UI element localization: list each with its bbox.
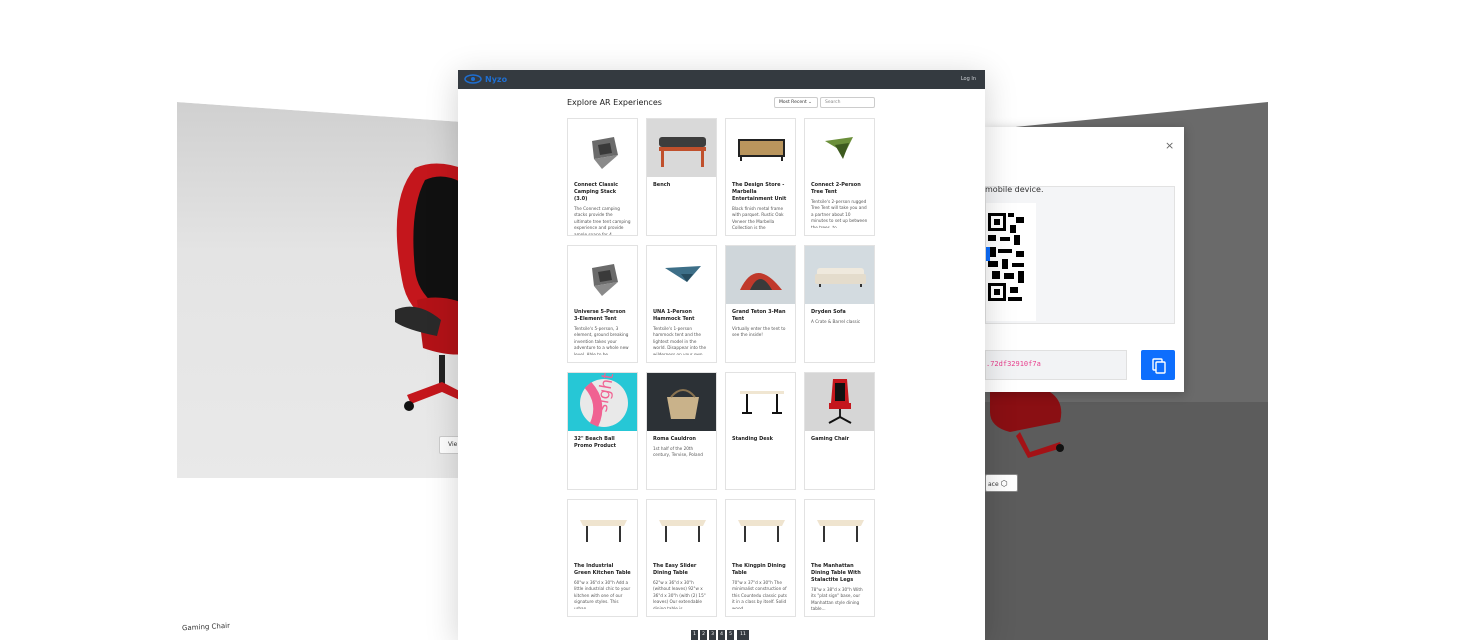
card-description: 1st half of the 20th century, Tervise, P… — [653, 446, 703, 458]
experience-card[interactable]: UNA 1-Person Hammock Tent Tentsile's 1-pe… — [646, 245, 717, 363]
qr-instruction: mobile device. — [985, 185, 1044, 194]
card-title: Roma Cauldron — [653, 436, 696, 442]
beach-ball-icon: sights — [568, 373, 637, 431]
experience-card[interactable]: Dryden Sofa A Crate & Barrel classic — [804, 245, 875, 363]
logo-text: Nyzo — [485, 74, 508, 84]
card-description: 60"w x 36"d x 30"h Add a little industri… — [574, 580, 631, 609]
navbar: Nyzo Log In — [458, 70, 985, 89]
left-product-viewer-window: Vie Gaming Chair — [177, 102, 477, 640]
experience-card[interactable]: The Manhattan Dining Table With Stalacti… — [804, 499, 875, 617]
experience-card[interactable]: The Design Store - Marbella Entertainmen… — [725, 118, 796, 236]
card-title: Universe 5-Person 3-Element Tent — [574, 309, 626, 322]
card-title: Connect 2-Person Tree Tent — [811, 182, 861, 195]
qr-code-icon — [986, 203, 1036, 321]
card-title: Bench — [653, 182, 671, 188]
card-title: The Easy Slider Dining Table — [653, 563, 697, 576]
close-icon[interactable]: × — [1165, 139, 1174, 152]
share-url-field[interactable]: .72df32910f7a — [985, 350, 1127, 380]
page-button[interactable]: 1 — [691, 630, 698, 640]
gaming-chair-icon — [805, 373, 874, 431]
basket-icon — [647, 373, 716, 431]
card-description — [805, 443, 874, 446]
experience-card[interactable]: Standing Desk — [725, 372, 796, 490]
copy-button[interactable] — [1141, 350, 1175, 380]
experience-card[interactable]: sights 32" Beach Ball Promo Product — [567, 372, 638, 490]
3d-viewer[interactable]: Vie — [177, 102, 477, 478]
card-title: The Industrial Green Kitchen Table — [574, 563, 631, 576]
copy-icon — [1152, 358, 1166, 374]
experience-card[interactable]: Grand Teton 3-Man Tent Virtually enter th… — [725, 245, 796, 363]
gaming-chair-model — [990, 392, 1064, 458]
card-title: Dryden Sofa — [811, 309, 846, 315]
tree-tent-icon — [805, 119, 874, 177]
hammock-icon — [647, 246, 716, 304]
card-title: The Design Store - Marbella Entertainmen… — [732, 182, 787, 202]
card-title: Connect Classic Camping Stack (3.0) — [574, 182, 619, 202]
cabinet-icon — [726, 119, 795, 177]
card-description: 62"w x 36"d x 30"h (without leaves) 92"w… — [653, 580, 706, 609]
experience-card[interactable]: The Kingpin Dining Table 70"w x 37"d x 30… — [725, 499, 796, 617]
tent-icon — [568, 119, 637, 177]
qr-modal: × mobile device. .72df32910f7a — [985, 127, 1184, 392]
card-title: Gaming Chair — [811, 436, 850, 442]
sort-selected-value: Most Recent — [779, 100, 807, 105]
product-title: Gaming Chair — [181, 621, 231, 633]
stage: Vie Gaming Chair ace ⬡ × mobile device. … — [0, 0, 1459, 640]
table-icon — [568, 500, 637, 558]
card-description — [568, 450, 637, 453]
card-description: A Crate & Barrel classic — [811, 319, 861, 324]
card-description: Virtually enter the tent to see the insi… — [732, 326, 786, 338]
page-title: Explore AR Experiences — [567, 98, 662, 107]
card-title: The Manhattan Dining Table With Stalacti… — [811, 563, 861, 583]
cube-icon: ⬡ — [1000, 479, 1008, 488]
eye-logo-icon — [464, 74, 482, 84]
logo[interactable]: Nyzo — [464, 73, 507, 85]
card-title: Standing Desk — [732, 436, 773, 442]
experience-card[interactable]: Connect Classic Camping Stack (3.0) The C… — [567, 118, 638, 236]
chevron-down-icon: ⌄ — [808, 100, 812, 105]
search-input[interactable]: Search — [820, 97, 875, 108]
table-icon — [726, 500, 795, 558]
experience-card[interactable]: The Easy Slider Dining Table 62"w x 36"d … — [646, 499, 717, 617]
bench-icon — [647, 119, 716, 177]
login-link[interactable]: Log In — [961, 76, 976, 82]
desk-icon — [726, 373, 795, 431]
view-in-your-space-button[interactable]: ace ⬡ — [985, 474, 1018, 492]
sofa-icon — [805, 246, 874, 304]
experience-card[interactable]: Roma Cauldron 1st half of the 20th centur… — [646, 372, 717, 490]
card-description: Tentsile's 1-person hammock tent and the… — [653, 326, 707, 355]
pagination: 1 2 3 4 5 11 — [691, 630, 749, 640]
page-button[interactable]: 5 — [727, 630, 734, 640]
card-title: 32" Beach Ball Promo Product — [574, 436, 617, 449]
card-description: The Connect camping stacks provide the u… — [574, 206, 631, 235]
main-browser-window: Nyzo Log In Explore AR Experiences Most … — [458, 70, 985, 640]
card-description: 78"w x 38"d x 30"h With its "plat sign" … — [811, 587, 863, 612]
experience-card[interactable]: Universe 5-Person 3-Element Tent Tentsile… — [567, 245, 638, 363]
card-title: The Kingpin Dining Table — [732, 563, 786, 576]
card-title: Grand Teton 3-Man Tent — [732, 309, 786, 322]
card-description: Tentsile's 2-person rugged Tree Tent wil… — [811, 199, 868, 228]
card-description: Tentsile's 5-person, 3 element, ground b… — [574, 326, 629, 355]
experience-card[interactable]: The Industrial Green Kitchen Table 60"w x… — [567, 499, 638, 617]
experience-card[interactable]: Bench — [646, 118, 717, 236]
sort-select[interactable]: Most Recent ⌄ — [774, 97, 818, 108]
table-icon — [647, 500, 716, 558]
card-description — [647, 189, 716, 192]
experience-grid: Connect Classic Camping Stack (3.0) The C… — [567, 118, 877, 617]
page-button[interactable]: 2 — [700, 630, 707, 640]
page-button[interactable]: 4 — [718, 630, 725, 640]
card-title: UNA 1-Person Hammock Tent — [653, 309, 695, 322]
table-icon — [805, 500, 874, 558]
card-description: 70"w x 37"d x 30"h The minimalist constr… — [732, 580, 787, 609]
qr-container — [985, 186, 1175, 324]
tent-icon — [568, 246, 637, 304]
card-description: Black finish metal frame with parquet. R… — [732, 206, 784, 231]
page-button[interactable]: 11 — [737, 630, 749, 640]
card-description — [726, 443, 795, 446]
button-label: ace — [988, 481, 999, 488]
experience-card[interactable]: Gaming Chair — [804, 372, 875, 490]
experience-card[interactable]: Connect 2-Person Tree Tent Tentsile's 2-p… — [804, 118, 875, 236]
page-button[interactable]: 3 — [709, 630, 716, 640]
dome-tent-icon — [726, 246, 795, 304]
